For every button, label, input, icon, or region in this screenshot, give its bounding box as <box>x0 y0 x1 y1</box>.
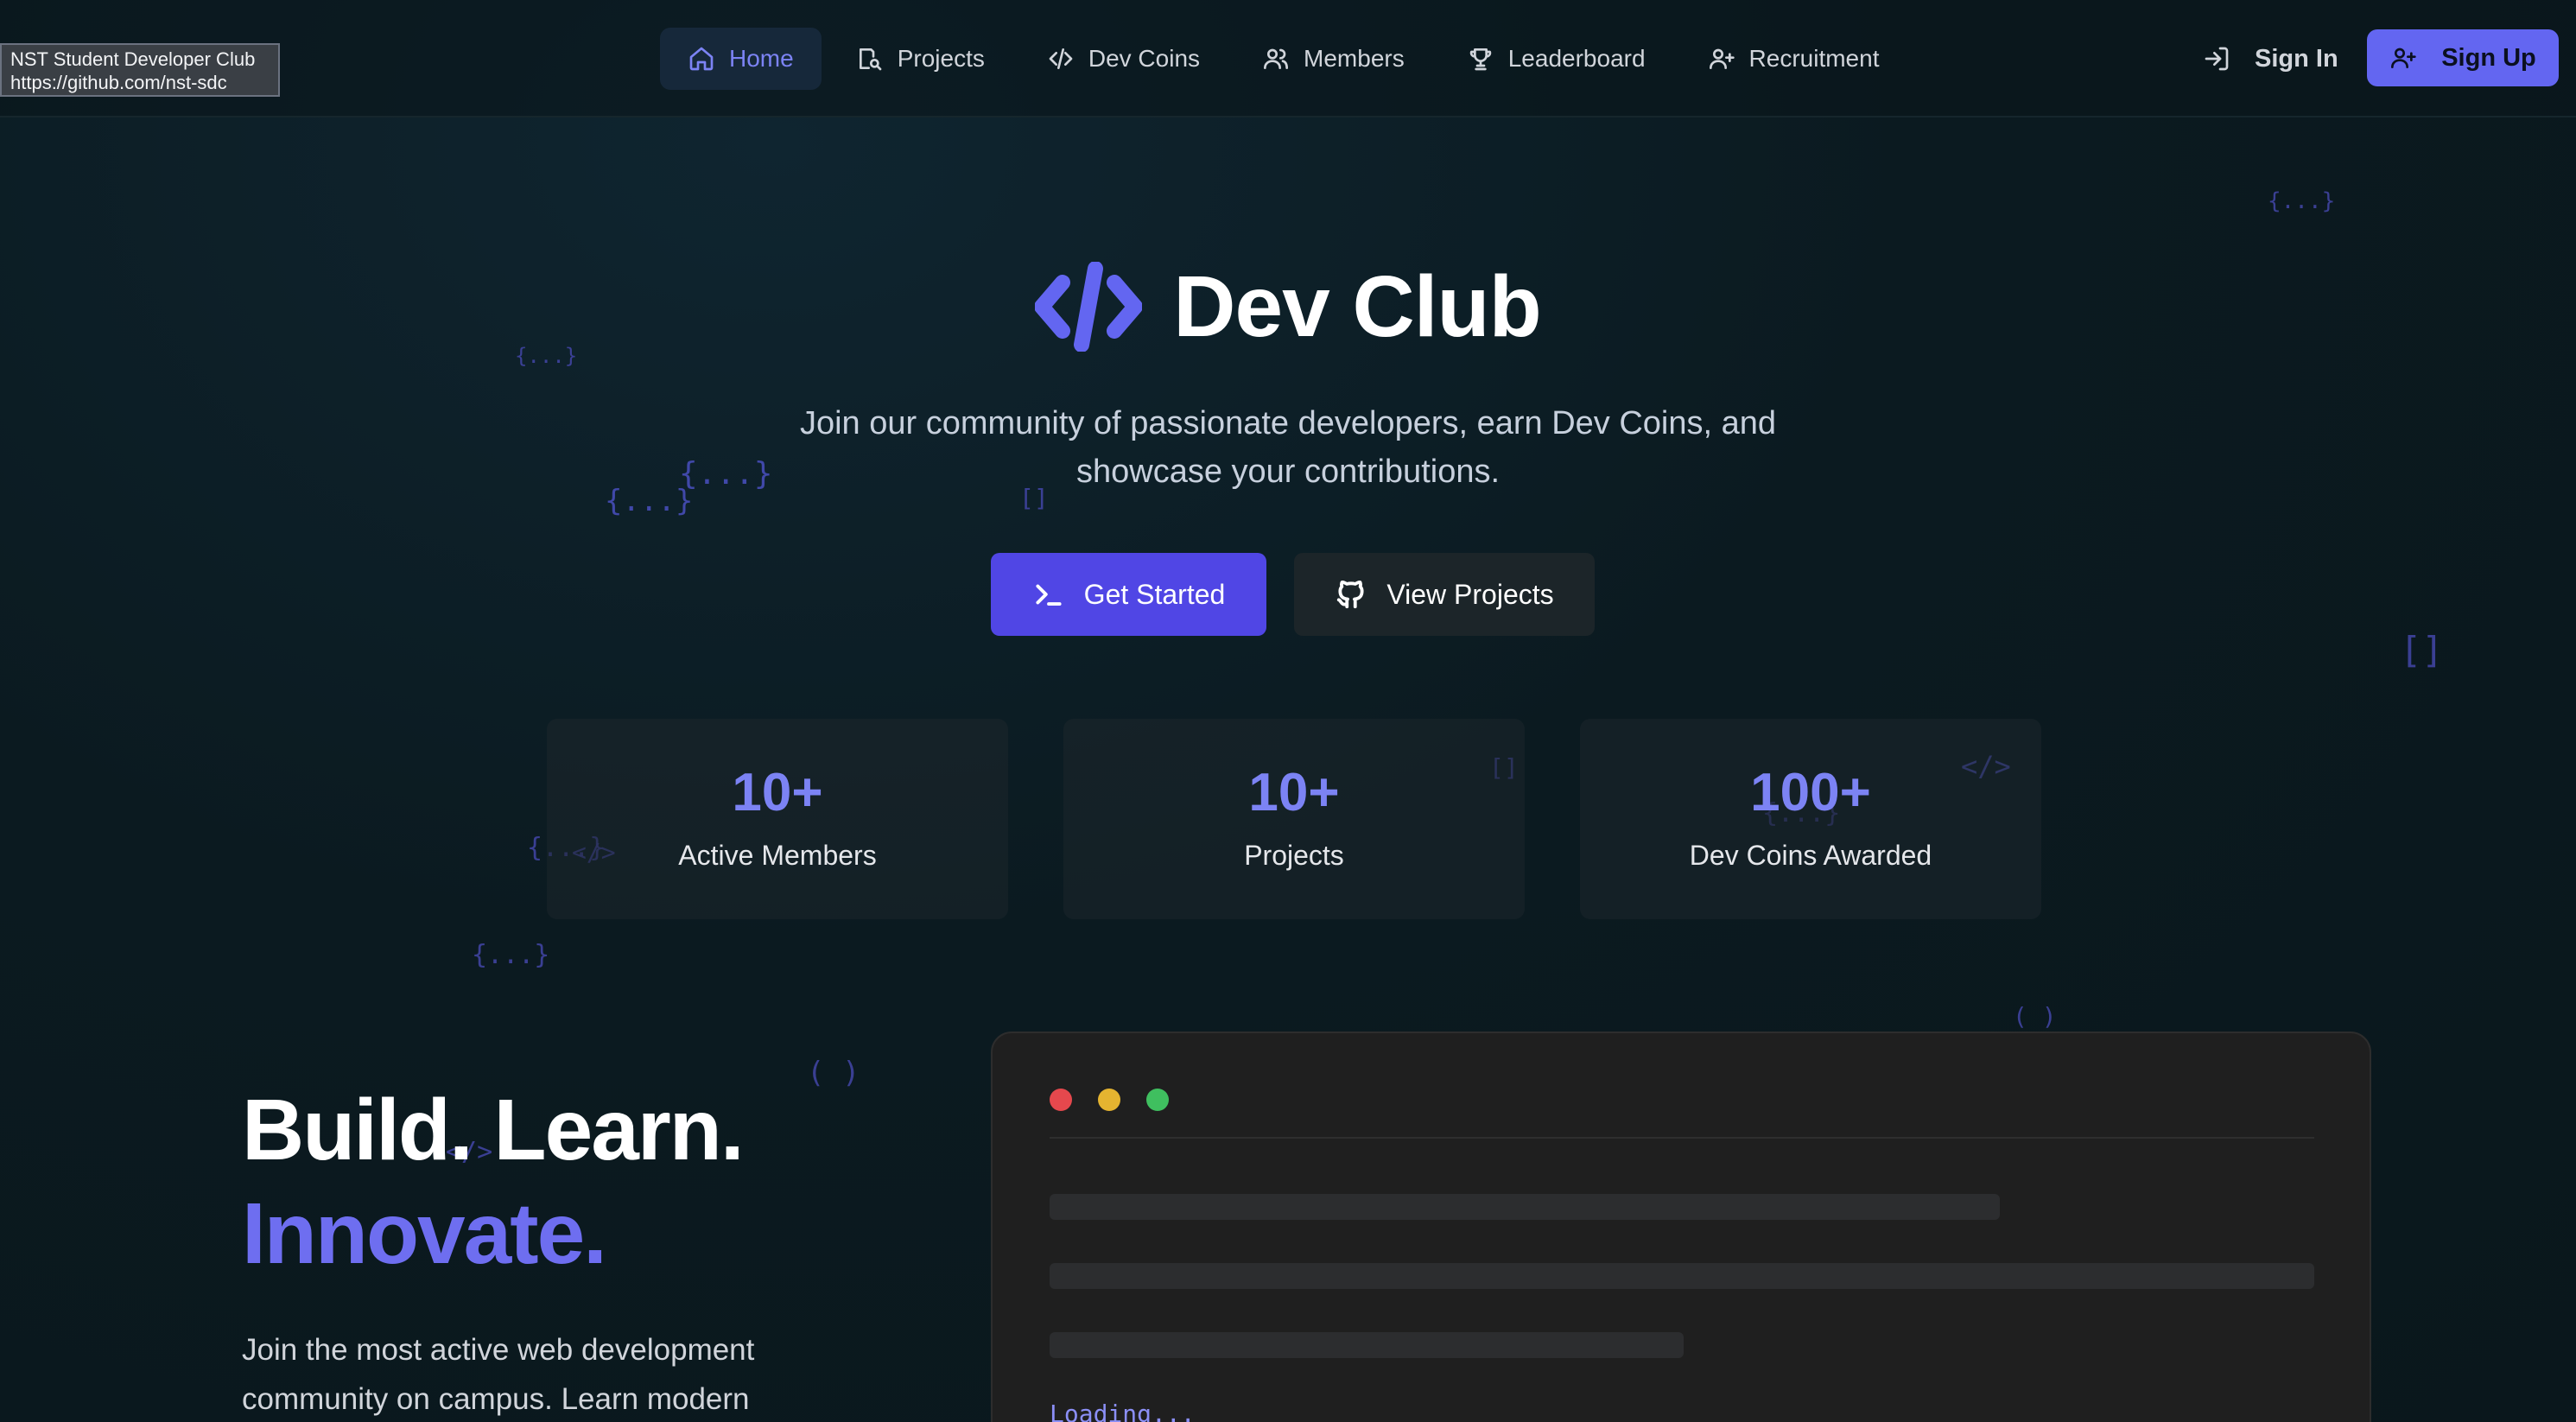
skeleton-line <box>1050 1332 1684 1358</box>
stat-label: Projects <box>1244 840 1344 871</box>
skeleton-line <box>1050 1194 2000 1220</box>
github-icon <box>1337 580 1364 609</box>
nav-item-members[interactable]: Members <box>1234 28 1432 90</box>
stat-card-dev-coins: 100+ Dev Coins Awarded <box>1580 719 2041 919</box>
headline-line-2: Innovate. <box>242 1185 607 1282</box>
floating-parens-glyph: ( ) <box>2013 1002 2057 1031</box>
section-description: Join the most active web development com… <box>242 1333 755 1416</box>
top-navbar: Home Projects Dev Coins Members Leaderbo… <box>0 0 2576 117</box>
tooltip-title: NST Student Developer Club <box>10 48 256 70</box>
window-maximize-dot <box>1146 1089 1169 1111</box>
users-icon <box>1264 48 1289 69</box>
nav-item-label: Recruitment <box>1748 45 1880 72</box>
nav-links: Home Projects Dev Coins Members Leaderbo… <box>660 28 1907 90</box>
stat-value: 10+ <box>732 763 823 822</box>
nav-item-label: Dev Coins <box>1088 45 1201 72</box>
nav-item-projects[interactable]: Projects <box>828 28 1012 90</box>
home-icon <box>689 47 714 71</box>
nav-item-label: Members <box>1304 45 1405 72</box>
terminal-loading-text: Loading... <box>1050 1400 1196 1422</box>
floating-braces-glyph: {...} <box>2268 188 2336 214</box>
sign-in-label: Sign In <box>2255 44 2338 73</box>
terminal-icon <box>1036 584 1062 606</box>
terminal-divider <box>1050 1137 2314 1139</box>
window-close-dot <box>1050 1089 1072 1111</box>
stat-label: Dev Coins Awarded <box>1689 840 1932 871</box>
nav-item-label: Projects <box>897 45 985 72</box>
hero-title: Dev Club <box>0 251 2576 363</box>
hero-subtitle: Join our community of passionate develop… <box>799 405 1777 490</box>
nav-item-label: Leaderboard <box>1507 45 1646 72</box>
floating-brackets-glyph: [] <box>2400 629 2444 671</box>
nav-item-dev-coins[interactable]: Dev Coins <box>1019 28 1228 90</box>
nav-item-recruitment[interactable]: Recruitment <box>1680 28 1907 90</box>
link-tooltip: NST Student Developer Club https://githu… <box>0 43 280 97</box>
get-started-label: Get Started <box>1083 578 1226 610</box>
stat-label: Active Members <box>678 840 877 871</box>
sign-up-button[interactable]: Sign Up <box>2367 29 2559 86</box>
headline-line-1: Build. Learn. <box>242 1082 745 1178</box>
view-projects-label: View Projects <box>1386 578 1554 610</box>
user-plus-icon <box>1709 48 1735 69</box>
floating-braces-glyph: {...} <box>472 940 550 970</box>
sign-up-label: Sign Up <box>2441 43 2536 72</box>
skeleton-line <box>1050 1263 2314 1289</box>
stat-card-members: 10+ Active Members <box>547 719 1008 919</box>
get-started-button[interactable]: Get Started <box>991 553 1266 636</box>
section-headline: Build. Learn. Innovate. <box>242 1078 745 1286</box>
nav-item-leaderboard[interactable]: Leaderboard <box>1439 28 1673 90</box>
code-icon <box>1049 48 1073 69</box>
nav-item-home[interactable]: Home <box>660 28 822 90</box>
hero-heading: Dev Club <box>1173 257 1541 355</box>
tooltip-url: https://github.com/nst-sdc <box>10 72 227 93</box>
projects-icon <box>859 48 882 71</box>
stat-value: 100+ <box>1750 763 1871 822</box>
floating-parens-glyph: ( ) <box>807 1056 860 1090</box>
trophy-icon <box>1469 48 1491 71</box>
code-logo-icon <box>1035 262 1143 352</box>
stat-card-projects: 10+ Projects <box>1063 719 1525 919</box>
nav-item-label: Home <box>729 45 794 72</box>
stat-value: 10+ <box>1248 763 1340 822</box>
terminal-window: Loading... <box>991 1032 2371 1422</box>
user-plus-icon <box>2391 48 2416 68</box>
log-in-icon <box>2205 47 2229 71</box>
sign-in-button[interactable]: Sign In <box>2194 28 2347 90</box>
floating-braces-glyph: {...} <box>605 484 694 518</box>
view-projects-button[interactable]: View Projects <box>1294 553 1595 636</box>
window-minimize-dot <box>1098 1089 1120 1111</box>
